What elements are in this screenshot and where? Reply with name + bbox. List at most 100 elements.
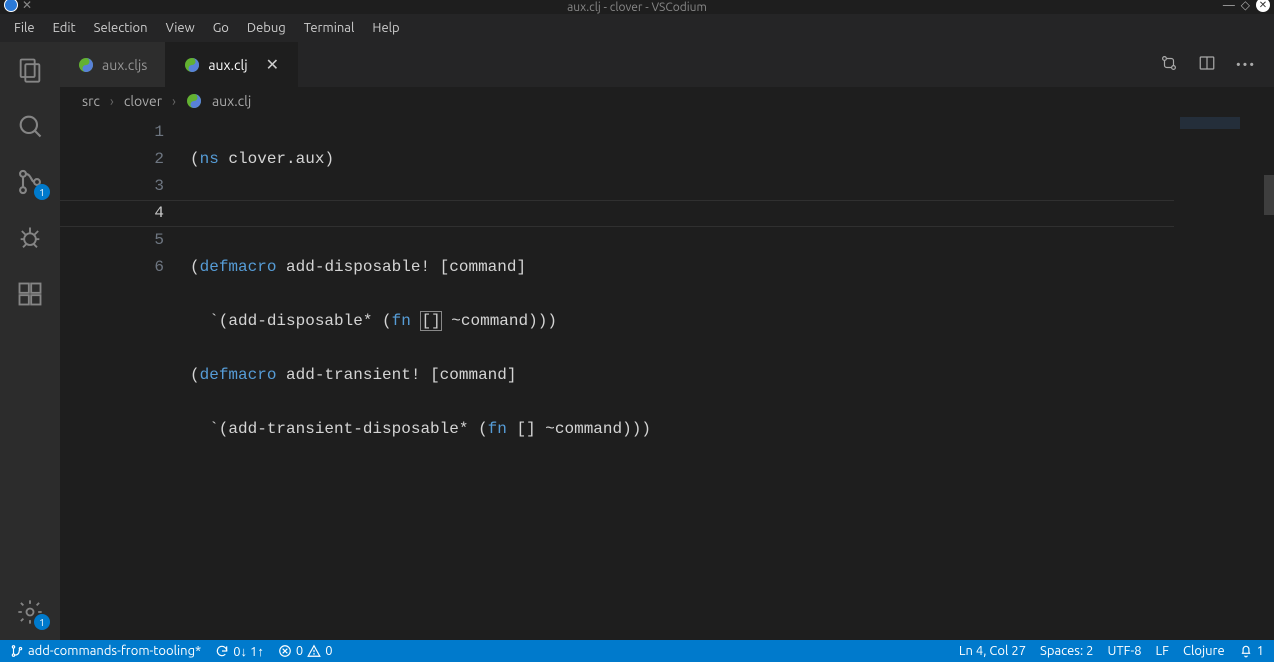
blank-line xyxy=(190,200,651,227)
bell-icon xyxy=(1239,644,1253,658)
arg-vec: [command] xyxy=(440,258,526,276)
fn-call: add-disposable* xyxy=(228,312,372,330)
rbracket: ] xyxy=(431,312,441,330)
search-icon[interactable] xyxy=(16,112,44,140)
status-indent[interactable]: Spaces: 2 xyxy=(1040,644,1093,658)
paren: ( xyxy=(382,312,392,330)
window-maximize-icon[interactable]: ◇ xyxy=(1241,0,1250,12)
paren: ( xyxy=(190,150,200,168)
syntax-quote: `( xyxy=(209,312,228,330)
syntax-quote: `( xyxy=(209,420,228,438)
arg-vec: [command] xyxy=(430,366,516,384)
git-branch-icon xyxy=(10,644,24,658)
status-cursor[interactable]: Ln 4, Col 27 xyxy=(959,644,1026,658)
tab-aux-clj[interactable]: aux.clj ✕ xyxy=(166,42,298,87)
clojure-icon xyxy=(78,57,94,73)
window-minimize-icon[interactable]: — xyxy=(1223,0,1235,12)
status-sync[interactable]: 0↓ 1↑ xyxy=(215,644,264,659)
branch-name: add-commands-from-tooling* xyxy=(28,644,201,658)
titlebar-close-x[interactable]: ✕ xyxy=(22,0,32,12)
encoding-text: UTF-8 xyxy=(1107,644,1141,658)
status-eol[interactable]: LF xyxy=(1156,644,1169,658)
vertical-scrollbar[interactable] xyxy=(1264,115,1274,640)
line-number: 1 xyxy=(60,119,164,146)
status-branch[interactable]: add-commands-from-tooling* xyxy=(10,644,201,658)
line-number-gutter: 1 2 3 4 5 6 xyxy=(60,115,190,640)
settings-badge: 1 xyxy=(34,614,50,630)
window-titlebar: ✕ aux.clj - clover - VSCodium — ◇ ✕ xyxy=(0,0,1274,14)
menu-file[interactable]: File xyxy=(6,18,43,38)
sp xyxy=(442,312,452,330)
menu-selection[interactable]: Selection xyxy=(86,18,156,38)
sp xyxy=(430,258,440,276)
minimap[interactable] xyxy=(1174,115,1264,640)
menu-go[interactable]: Go xyxy=(205,18,237,38)
fn-call: add-transient-disposable* xyxy=(228,420,468,438)
app-icon xyxy=(4,0,18,12)
line-number: 6 xyxy=(60,254,164,281)
bracket-match-box: [] xyxy=(420,311,441,331)
menu-terminal[interactable]: Terminal xyxy=(296,18,363,38)
paren: ( xyxy=(478,420,488,438)
line-number: 2 xyxy=(60,146,164,173)
breadcrumb-seg[interactable]: src xyxy=(82,93,100,109)
status-language[interactable]: Clojure xyxy=(1183,644,1225,658)
warning-count: 0 xyxy=(325,644,332,658)
close-tab-icon[interactable]: ✕ xyxy=(266,55,279,74)
menu-help[interactable]: Help xyxy=(364,18,407,38)
def-name: add-disposable! xyxy=(286,258,430,276)
status-problems[interactable]: 0 0 xyxy=(278,644,333,658)
sp xyxy=(420,366,430,384)
sp xyxy=(276,366,286,384)
status-encoding[interactable]: UTF-8 xyxy=(1107,644,1141,658)
tab-label: aux.clj xyxy=(208,57,247,73)
menu-view[interactable]: View xyxy=(158,18,203,38)
window-close-icon[interactable]: ✕ xyxy=(1256,0,1270,12)
activity-bar: 1 1 xyxy=(0,42,60,640)
paren: ( xyxy=(190,258,200,276)
status-bar: add-commands-from-tooling* 0↓ 1↑ 0 0 Ln … xyxy=(0,640,1274,662)
notification-count: 1 xyxy=(1257,644,1264,658)
menu-debug[interactable]: Debug xyxy=(239,18,294,38)
keyword: defmacro xyxy=(200,366,277,384)
scrollbar-thumb[interactable] xyxy=(1264,175,1274,215)
breadcrumb-seg[interactable]: clover xyxy=(124,93,162,109)
debug-icon[interactable] xyxy=(16,224,44,252)
line-number: 4 xyxy=(60,200,164,227)
error-icon xyxy=(278,644,292,658)
chevron-right-icon: › xyxy=(172,93,176,109)
sp xyxy=(372,312,382,330)
indent xyxy=(190,312,209,330)
paren: ))) xyxy=(622,420,651,438)
line-number: 3 xyxy=(60,173,164,200)
sp xyxy=(468,420,478,438)
tab-label: aux.cljs xyxy=(102,57,147,73)
clojure-icon xyxy=(184,57,200,73)
error-count: 0 xyxy=(296,644,303,658)
sp xyxy=(536,420,546,438)
menu-edit[interactable]: Edit xyxy=(45,18,84,38)
status-notifications[interactable]: 1 xyxy=(1239,644,1264,658)
compare-changes-icon[interactable] xyxy=(1160,54,1178,75)
extensions-icon[interactable] xyxy=(16,280,44,308)
sp xyxy=(276,258,286,276)
warning-icon xyxy=(307,644,321,658)
chevron-right-icon: › xyxy=(110,93,114,109)
scm-badge: 1 xyxy=(34,184,50,200)
breadcrumb[interactable]: src › clover › aux.clj xyxy=(60,87,1274,115)
explorer-icon[interactable] xyxy=(16,56,44,84)
settings-gear-icon[interactable]: 1 xyxy=(16,598,44,626)
code-editor[interactable]: 1 2 3 4 5 6 (ns clover.aux) (defmacro ad… xyxy=(60,115,1274,640)
split-editor-icon[interactable] xyxy=(1198,54,1216,75)
breadcrumb-seg[interactable]: aux.clj xyxy=(212,93,251,109)
unquote: ~command xyxy=(451,312,528,330)
keyword: defmacro xyxy=(200,258,277,276)
line-number: 5 xyxy=(60,227,164,254)
more-actions-icon[interactable]: ••• xyxy=(1236,58,1256,72)
tab-aux-cljs[interactable]: aux.cljs xyxy=(60,42,166,87)
cursor-pos: Ln 4, Col 27 xyxy=(959,644,1026,658)
source-control-icon[interactable]: 1 xyxy=(16,168,44,196)
window-title: aux.clj - clover - VSCodium xyxy=(567,1,707,14)
code-content[interactable]: (ns clover.aux) (defmacro add-disposable… xyxy=(190,115,651,640)
tab-bar: aux.cljs aux.clj ✕ ••• xyxy=(60,42,1274,87)
